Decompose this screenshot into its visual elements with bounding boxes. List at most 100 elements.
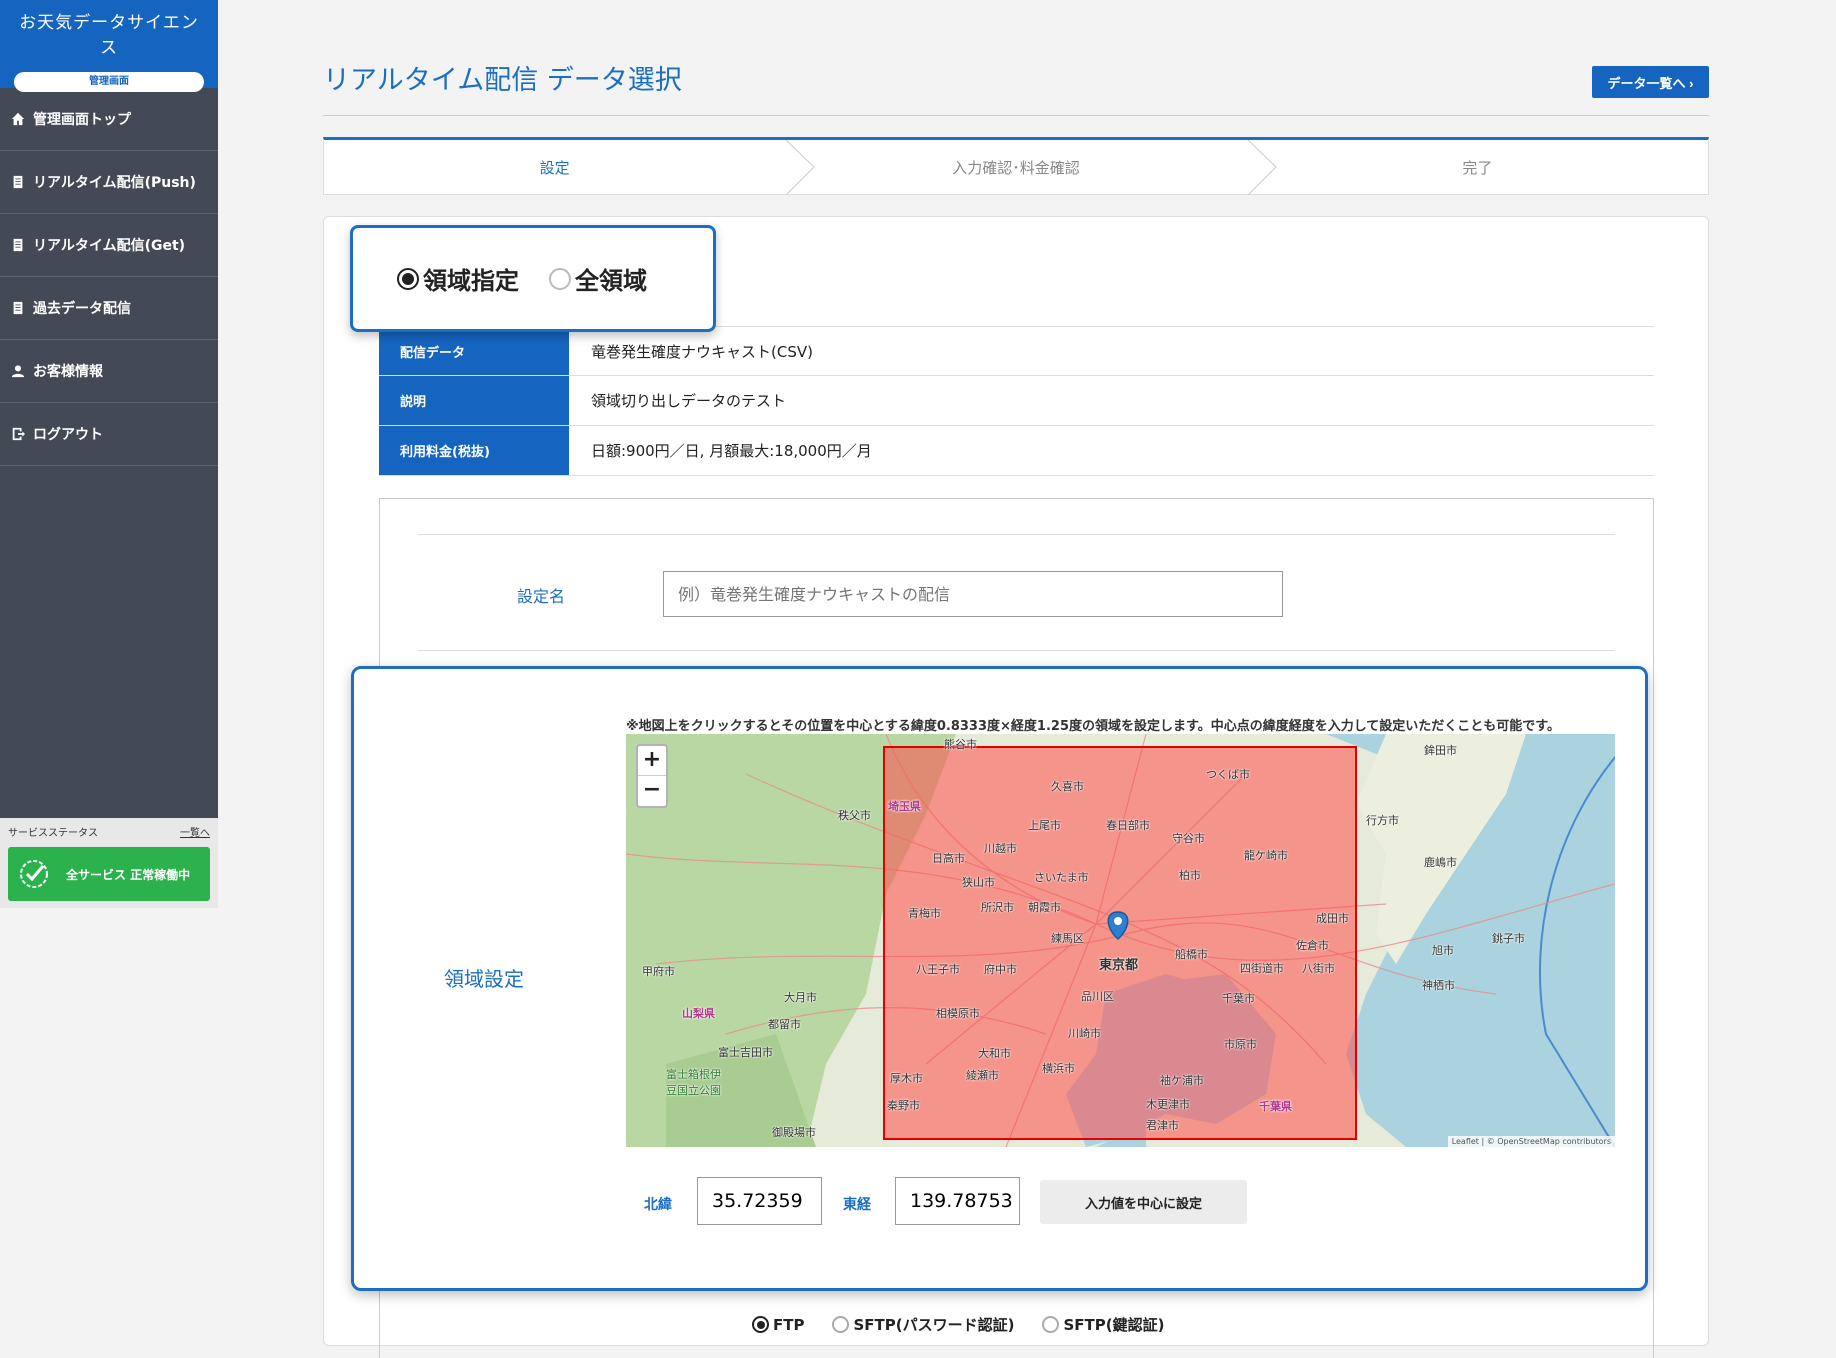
selected-region-rect (883, 746, 1357, 1140)
radio-all-region[interactable]: 全領域 (549, 261, 647, 296)
map-label: 成田市 (1316, 912, 1349, 925)
check-circle-icon (20, 860, 48, 888)
map-label: 大和市 (978, 1047, 1011, 1060)
map-label: 富士吉田市 (718, 1046, 773, 1059)
sidebar-item-realtime-push[interactable]: リアルタイム配信(Push) (0, 151, 218, 214)
data-list-button[interactable]: データ一覧へ › (1592, 66, 1709, 98)
sidebar-item-logout[interactable]: ログアウト (0, 403, 218, 466)
data-info-table: 配信データ 竜巻発生確度ナウキャスト(CSV) 説明 領域切り出しデータのテスト… (379, 326, 1654, 476)
map-label: 秩父市 (838, 809, 871, 822)
zoom-in-button[interactable]: + (638, 746, 666, 776)
step-arrow-icon (1248, 140, 1277, 195)
map-label: 春日部市 (1106, 819, 1150, 832)
map-label: 富士箱根伊豆国立公園 (666, 1068, 721, 1097)
setting-name-input[interactable] (663, 571, 1283, 617)
radio-unchecked-icon (1042, 1316, 1060, 1333)
map-label: 厚木市 (890, 1072, 923, 1085)
map-label: 大月市 (784, 991, 817, 1004)
step-settings: 設定 (539, 158, 570, 177)
step-arrow-icon (786, 140, 815, 195)
data-list-button-label: データ一覧へ (1607, 75, 1686, 91)
zoom-out-button[interactable]: − (638, 776, 666, 806)
service-status-link[interactable]: 一覧へ (180, 824, 210, 839)
map-label: 銚子市 (1492, 932, 1525, 945)
status-message: 全サービス 正常稼働中 (66, 867, 191, 882)
map[interactable]: + − Leaflet | © OpenStreetMap contributo… (626, 734, 1615, 1147)
radio-label: SFTP(鍵認証) (1063, 1316, 1165, 1334)
setting-name-label: 設定名 (517, 587, 566, 606)
radio-region-specified[interactable]: 領域指定 (397, 261, 519, 296)
map-label: 龍ケ崎市 (1244, 849, 1288, 862)
map-label: 青梅市 (908, 907, 941, 920)
set-center-button[interactable]: 入力値を中心に設定 (1040, 1180, 1247, 1224)
settings-panel: 領域指定 全領域 配信データ 竜巻発生確度ナウキャスト(CSV) 説明 領域切り… (323, 216, 1709, 1358)
status-badge: 全サービス 正常稼働中 (8, 847, 210, 901)
sidebar-item-top[interactable]: 管理画面トップ (0, 88, 218, 151)
map-label: 山梨県 (682, 1007, 715, 1020)
map-label: 守谷市 (1172, 832, 1205, 845)
info-value: 竜巻発生確度ナウキャスト(CSV) (591, 342, 813, 361)
logo[interactable]: お天気データサイエンス 管理画面 (0, 0, 218, 92)
radio-sftp-key[interactable]: SFTP(鍵認証) (1042, 1314, 1164, 1335)
latitude-input[interactable] (697, 1177, 822, 1225)
map-label: 木更津市 (1146, 1098, 1190, 1111)
protocol-radio-group: FTP SFTP(パスワード認証) SFTP(鍵認証) (752, 1314, 1192, 1335)
map-label: 甲府市 (642, 965, 675, 978)
document-icon (13, 301, 23, 315)
service-status: サービスステータス 一覧へ 全サービス 正常稼働中 (0, 818, 218, 908)
map-note: ※地図上をクリックするとその位置を中心とする緯度0.8333度×経度1.25度の… (626, 719, 1561, 734)
divider (418, 534, 1615, 535)
info-key: 説明 (379, 376, 569, 425)
map-label: 品川区 (1081, 990, 1114, 1003)
info-value: 日額:900円／日, 月額最大:18,000円／月 (591, 442, 872, 460)
sidebar-item-label: 過去データ配信 (33, 301, 131, 317)
map-label: 横浜市 (1042, 1062, 1075, 1075)
map-label: 八街市 (1302, 962, 1335, 975)
map-label: 袖ケ浦市 (1160, 1074, 1204, 1087)
step-indicator: 設定 入力確認･料金確認 完了 (323, 137, 1709, 195)
radio-label: 領域指定 (423, 267, 519, 295)
sidebar-item-realtime-get[interactable]: リアルタイム配信(Get) (0, 214, 218, 277)
step-confirm: 入力確認･料金確認 (952, 158, 1080, 177)
table-row: 配信データ 竜巻発生確度ナウキャスト(CSV) (379, 326, 1654, 376)
logout-icon (12, 427, 25, 441)
sidebar-item-label: ログアウト (33, 427, 103, 443)
map-label: 日高市 (932, 852, 965, 865)
map-label: 佐倉市 (1296, 939, 1329, 952)
latitude-label: 北緯 (644, 1197, 672, 1213)
map-label: 都留市 (768, 1018, 801, 1031)
map-label: 君津市 (1146, 1119, 1179, 1132)
map-label: 熊谷市 (944, 738, 977, 751)
map-label: 四街道市 (1240, 962, 1284, 975)
sidebar-item-label: 管理画面トップ (33, 112, 131, 128)
radio-ftp[interactable]: FTP (752, 1314, 804, 1335)
map-label: 旭市 (1432, 944, 1454, 957)
map-label: さいたま市 (1034, 871, 1089, 884)
map-label: つくば市 (1206, 768, 1250, 781)
map-label: 鹿嶋市 (1424, 856, 1457, 869)
map-label: 上尾市 (1028, 819, 1061, 832)
document-icon (13, 238, 23, 252)
page-title: リアルタイム配信 データ選択 (323, 65, 682, 96)
map-label: 埼玉県 (888, 800, 921, 813)
map-label: 練馬区 (1051, 932, 1084, 945)
map-label: 綾瀬市 (966, 1069, 999, 1082)
area-setting-label: 領域設定 (444, 967, 524, 991)
sidebar-item-past-data[interactable]: 過去データ配信 (0, 277, 218, 340)
map-label: 朝霞市 (1028, 901, 1061, 914)
map-label: 市原市 (1224, 1038, 1257, 1051)
sidebar-item-label: リアルタイム配信(Push) (33, 175, 196, 191)
area-setting-card: 領域設定 ※地図上をクリックするとその位置を中心とする緯度0.8333度×経度1… (351, 666, 1648, 1291)
map-label: 千葉市 (1222, 992, 1255, 1005)
radio-sftp-password[interactable]: SFTP(パスワード認証) (832, 1314, 1014, 1335)
map-label: 船橋市 (1175, 948, 1208, 961)
sidebar-item-customer[interactable]: お客様情報 (0, 340, 218, 403)
info-value: 領域切り出しデータのテスト (591, 392, 787, 410)
home-icon (11, 112, 25, 126)
sidebar-item-label: お客様情報 (33, 364, 103, 380)
longitude-input[interactable] (895, 1177, 1020, 1225)
map-label: 川越市 (984, 842, 1017, 855)
map-label: 川崎市 (1068, 1027, 1101, 1040)
info-key: 利用料金(税抜) (379, 426, 569, 475)
divider (418, 650, 1615, 651)
